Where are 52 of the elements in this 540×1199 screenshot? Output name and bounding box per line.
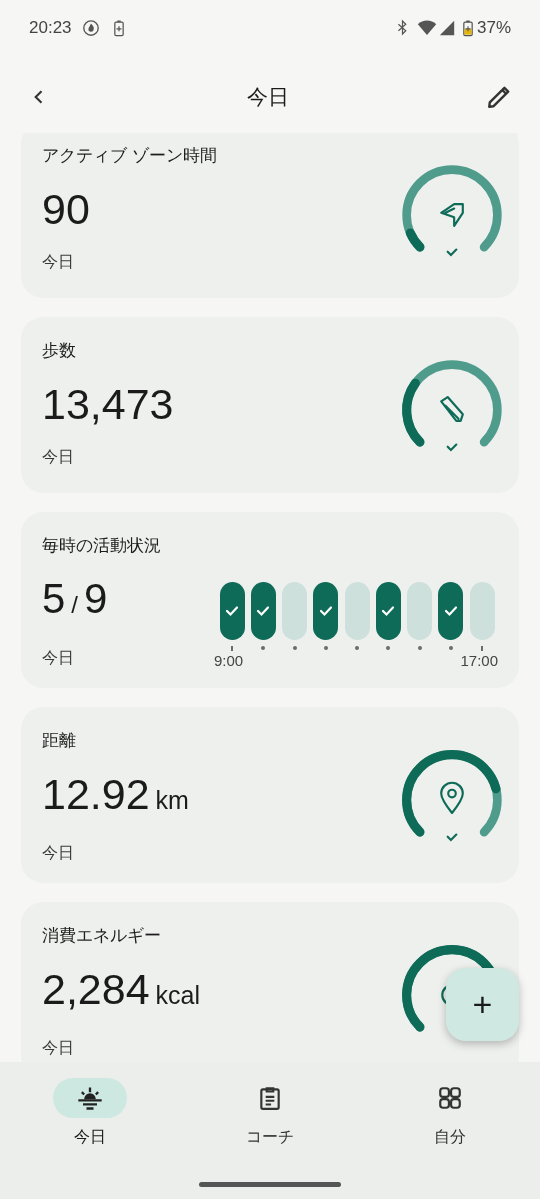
tick-mark [231, 646, 233, 651]
metric-card[interactable]: 歩数 13,473 今日 [21, 317, 519, 493]
battery-icon [462, 18, 473, 37]
card-title: 距離 [42, 730, 77, 752]
time-label: 9:00 [214, 652, 244, 670]
value-text: 12.92 [42, 771, 150, 817]
nav-tab[interactable]: 自分 [390, 1078, 510, 1149]
check-icon [318, 604, 333, 618]
time-label: 17:00 [460, 652, 498, 670]
check-icon [443, 604, 458, 618]
tick-mark [481, 646, 483, 651]
signal-icon [438, 19, 455, 36]
metric-card[interactable]: 距離 12.92 km 今日 [21, 707, 519, 883]
check-icon [446, 833, 458, 842]
bluetooth-icon [395, 19, 409, 36]
period-text: 今日 [42, 843, 75, 863]
period-text: 今日 [42, 447, 75, 467]
battery-saver-icon [113, 18, 124, 37]
check-icon [446, 248, 458, 257]
nav-tab[interactable]: 今日 [30, 1078, 150, 1149]
metric-card[interactable]: アクティブ ゾーン時間 90 今日 [21, 133, 519, 298]
battery-percent: 37% [476, 16, 511, 39]
card-title: 毎時の活動状況 [42, 535, 161, 557]
period-text: 今日 [42, 648, 75, 668]
check-icon [446, 443, 458, 452]
unit-text: kcal [155, 980, 201, 1011]
check-icon [225, 604, 239, 618]
period-text: 今日 [42, 252, 75, 272]
card-title: アクティブ ゾーン時間 [42, 145, 217, 167]
value-text: 2,284 [42, 966, 150, 1012]
add-button[interactable]: + [446, 968, 519, 1041]
value-text: 5 [42, 576, 66, 622]
clipboard-icon [257, 1085, 283, 1111]
wifi-icon [416, 19, 437, 36]
separator-text: / [71, 590, 79, 620]
nav-tab[interactable]: コーチ [210, 1078, 330, 1149]
value-text: 90 [42, 186, 90, 232]
check-icon [256, 604, 271, 618]
period-text: 今日 [42, 1038, 75, 1058]
page-title: 今日 [247, 84, 289, 111]
location-pin-icon [440, 781, 464, 815]
unit-text: km [155, 785, 189, 816]
clock-text: 20:23 [29, 16, 72, 39]
value-text: 13,473 [42, 381, 174, 427]
pencil-icon [486, 84, 512, 110]
grid-icon [437, 1085, 463, 1111]
card-title: 消費エネルギー [42, 925, 162, 947]
card-title: 歩数 [42, 340, 77, 362]
check-icon [381, 604, 396, 618]
chevron-arrow-icon [440, 203, 464, 227]
total-text: 9 [84, 576, 108, 622]
metric-card[interactable]: 毎時の活動状況 5/9 今日 9:00 17:00 [21, 512, 519, 688]
